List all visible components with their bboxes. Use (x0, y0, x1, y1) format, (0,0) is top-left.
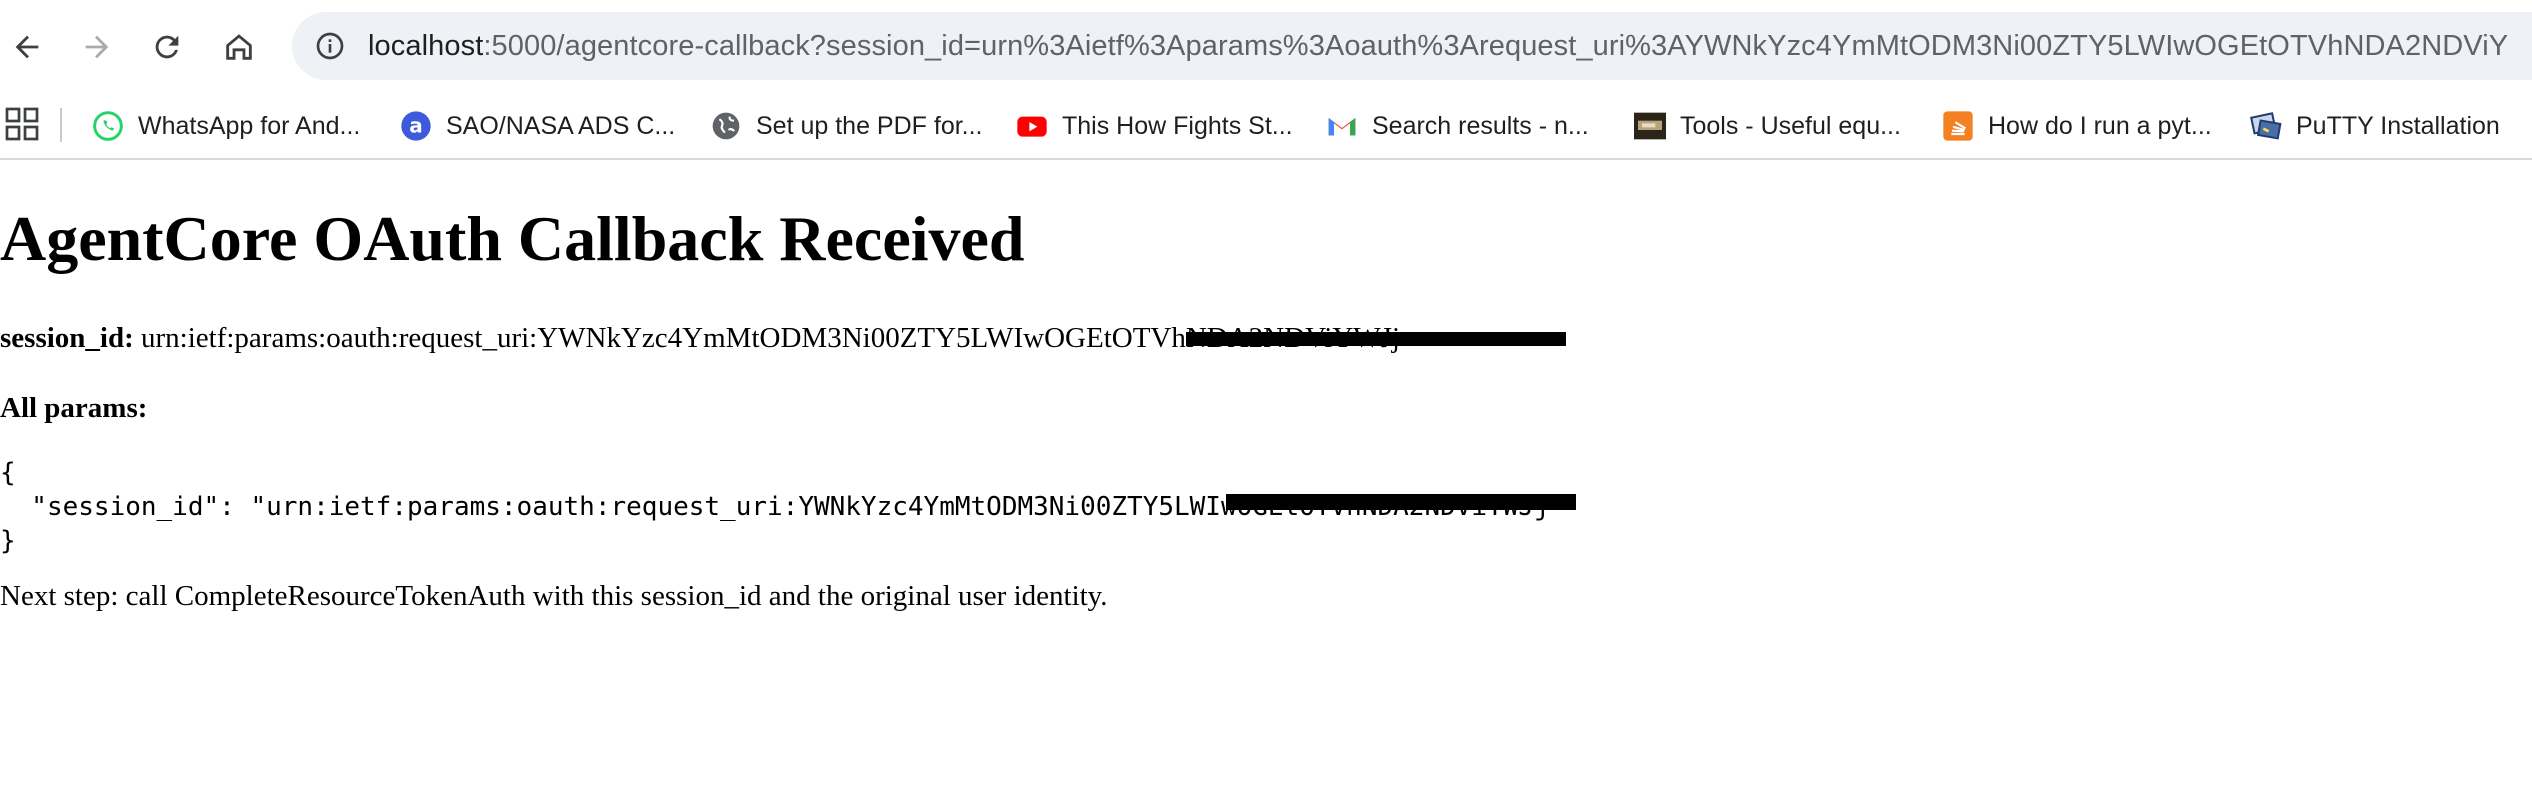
stackoverflow-icon (1942, 110, 1974, 142)
ads-icon: a (400, 110, 432, 142)
bookmark-tools[interactable]: Tools - Useful equ... (1634, 104, 1901, 148)
next-step-text: Next step: call CompleteResourceTokenAut… (0, 580, 1108, 612)
bookmarks-divider (60, 108, 62, 142)
tools-thumbnail-icon (1634, 110, 1666, 142)
browser-toolbar: localhost:5000/agentcore-callback?sessio… (0, 0, 2532, 94)
redaction-mark (1186, 332, 1566, 346)
page-title: AgentCore OAuth Callback Received (0, 203, 1025, 274)
json-close-brace: } (0, 526, 16, 556)
bookmark-pdf-setup[interactable]: Set up the PDF for... (710, 104, 983, 148)
url-text[interactable]: localhost:5000/agentcore-callback?sessio… (368, 30, 2508, 63)
bookmark-stackoverflow[interactable]: How do I run a pyt... (1942, 104, 2212, 148)
home-button[interactable] (212, 20, 266, 74)
youtube-icon (1016, 110, 1048, 142)
bookmark-label: Set up the PDF for... (756, 111, 983, 140)
globe-icon (710, 110, 742, 142)
bookmark-youtube[interactable]: This How Fights St... (1016, 104, 1293, 148)
whatsapp-icon (92, 110, 124, 142)
bookmarks-bar: WhatsApp for And... a SAO/NASA ADS C... … (0, 94, 2532, 160)
session-id-label: session_id: (0, 322, 134, 354)
forward-button[interactable] (70, 20, 124, 74)
putty-icon (2250, 110, 2282, 142)
bookmark-label: This How Fights St... (1062, 111, 1293, 140)
bookmark-label: Search results - n... (1372, 111, 1589, 140)
svg-text:a: a (409, 114, 423, 138)
reload-icon (155, 35, 179, 59)
url-path: :5000/agentcore-callback?session_id=urn%… (483, 29, 2509, 62)
bookmark-label: SAO/NASA ADS C... (446, 111, 676, 140)
bookmark-label: PuTTY Installation (2296, 111, 2500, 140)
bookmark-label: WhatsApp for And... (138, 111, 361, 140)
back-button[interactable] (0, 20, 54, 74)
info-icon (316, 32, 344, 60)
bookmark-label: Tools - Useful equ... (1680, 111, 1901, 140)
json-open-brace: { (0, 458, 16, 488)
bookmark-putty[interactable]: PuTTY Installation (2250, 104, 2500, 148)
bookmark-whatsapp[interactable]: WhatsApp for And... (92, 104, 360, 148)
url-host: localhost (368, 29, 484, 62)
all-params-label: All params: (0, 392, 148, 424)
home-icon (226, 34, 252, 60)
bookmark-label: How do I run a pyt... (1988, 111, 2212, 140)
reload-button[interactable] (140, 20, 194, 74)
address-bar[interactable]: localhost:5000/agentcore-callback?sessio… (292, 12, 2532, 80)
arrow-right-icon (85, 35, 109, 59)
apps-grid-icon[interactable] (4, 106, 40, 142)
site-info-button[interactable] (308, 24, 352, 68)
gmail-icon (1326, 110, 1358, 142)
redaction-mark (1226, 494, 1576, 510)
bookmark-ads[interactable]: a SAO/NASA ADS C... (400, 104, 675, 148)
bookmark-gmail[interactable]: Search results - n... (1326, 104, 1589, 148)
arrow-left-icon (15, 35, 39, 59)
